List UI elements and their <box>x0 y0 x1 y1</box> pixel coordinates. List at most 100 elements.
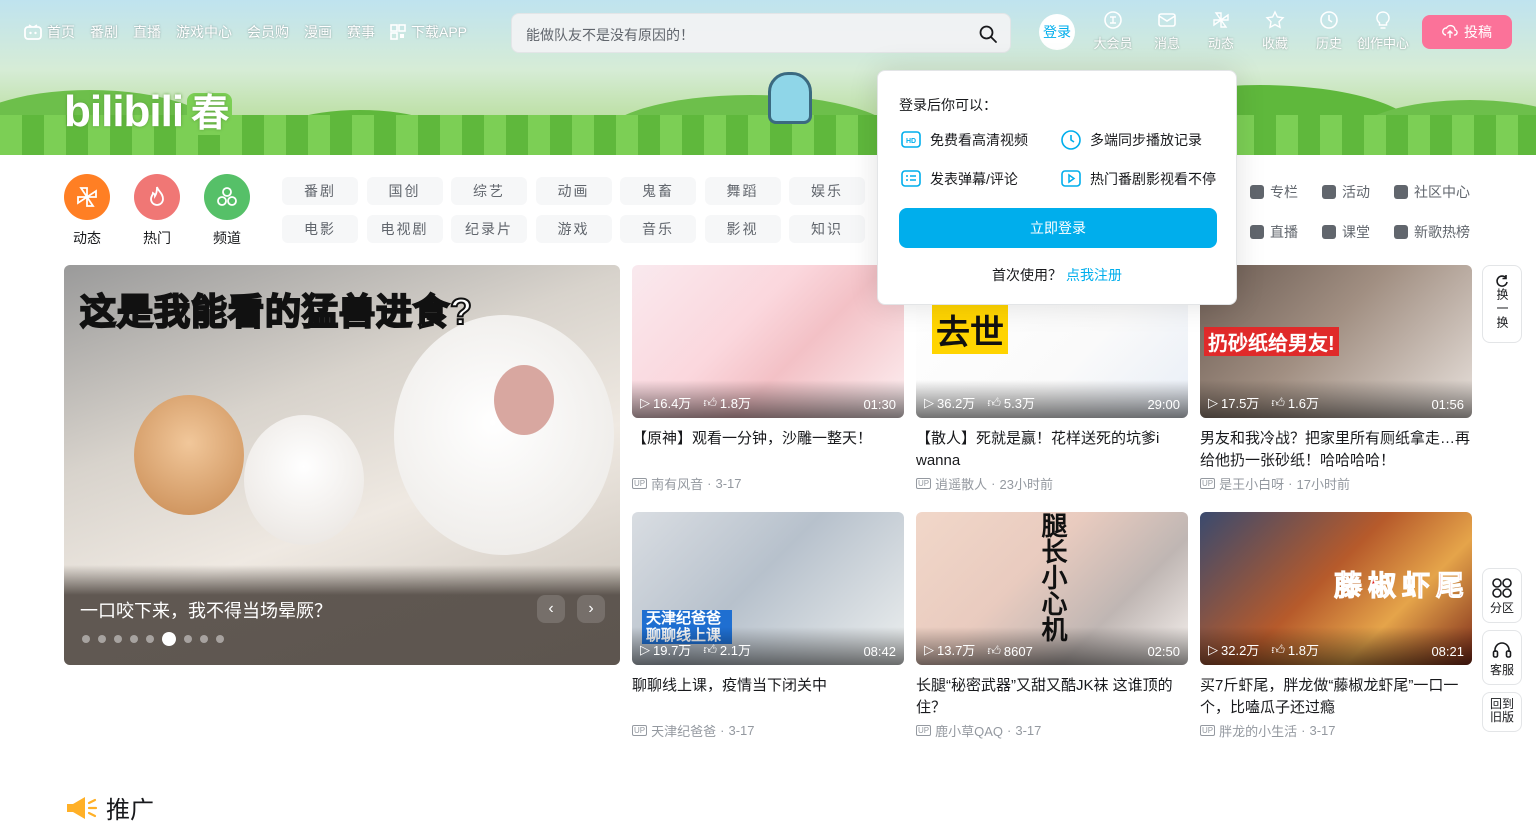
category-item[interactable]: 纪录片 <box>451 215 527 243</box>
video-card[interactable]: 藤椒虾尾 ▷ 32.2万 👍︎ 1.8万 08:21 买7斤虾尾，胖龙做“藤椒龙虾尾”一口一… <box>1200 512 1472 740</box>
play-count-icon: ▷ <box>924 394 934 410</box>
nav-creator-center-label: 创作中心 <box>1356 36 1409 51</box>
category-item[interactable]: 游戏 <box>535 215 612 243</box>
publish-date: 3-17 <box>1015 723 1042 738</box>
customer-service-button[interactable]: 客服 <box>1482 630 1522 685</box>
category-item[interactable]: 动画 <box>535 177 612 205</box>
carousel-caption[interactable]: 一口咬下来，我不得当场晕厥？ <box>80 597 332 623</box>
category-item[interactable]: 电影 <box>282 215 358 243</box>
extra-new-songs[interactable]: 新歌热榜 <box>1394 222 1494 242</box>
channel-hot[interactable]: 热门 <box>134 174 180 248</box>
carousel-dot[interactable] <box>184 635 192 643</box>
video-thumbnail[interactable]: 扔砂纸给男友! ▷ 17.5万 👍︎ 1.6万 01:56 <box>1200 265 1472 418</box>
login-button-avatar[interactable]: 登录 <box>1039 14 1075 50</box>
video-title[interactable]: 聊聊线上课，疫情当下闭关中 <box>632 675 904 719</box>
channel-channels-circle[interactable] <box>204 174 250 220</box>
nav-download-app[interactable]: 下载APP <box>390 22 467 42</box>
category-item[interactable]: 综艺 <box>451 177 527 205</box>
nav-vip-label: 大会员 <box>1093 36 1133 51</box>
carousel-dot[interactable] <box>98 635 106 643</box>
extra-classroom[interactable]: 课堂 <box>1322 222 1394 242</box>
category-item[interactable]: 番剧 <box>282 177 358 205</box>
category-item[interactable]: 音乐 <box>620 215 696 243</box>
nav-history[interactable]: 历史 <box>1302 10 1356 52</box>
carousel-dot[interactable] <box>82 635 90 643</box>
category-item[interactable]: 鬼畜 <box>620 177 696 205</box>
upload-button[interactable]: 投稿 <box>1422 15 1512 49</box>
nav-live[interactable]: 直播 <box>133 22 161 42</box>
uploader-name[interactable]: 天津纪爸爸 <box>651 721 716 740</box>
video-title[interactable]: 【原神】观看一分钟，沙雕一整天！ <box>632 428 904 472</box>
extra-column[interactable]: 专栏 <box>1250 182 1322 202</box>
channel-hot-circle[interactable] <box>134 174 180 220</box>
nav-manga[interactable]: 漫画 <box>304 22 332 42</box>
carousel-dot[interactable] <box>130 635 138 643</box>
search-box[interactable]: 能做队友不是没有原因的！ <box>511 13 1011 53</box>
carousel-dot[interactable] <box>216 635 224 643</box>
video-card[interactable]: 腿长小心机 ▷ 13.7万 👍︎ 8607 02:50 长腿“秘密武器”又甜又酷JK袜 这谁… <box>916 512 1188 740</box>
extra-live[interactable]: 直播 <box>1250 222 1322 242</box>
old-version-button[interactable]: 回到旧版 <box>1482 692 1522 732</box>
nav-mall[interactable]: 会员购 <box>247 22 289 42</box>
category-item[interactable]: 电视剧 <box>366 215 443 243</box>
uploader-name[interactable]: 逍遥散人 <box>935 474 987 493</box>
carousel-dot[interactable] <box>146 635 154 643</box>
partition-button[interactable]: 分区 <box>1482 568 1522 623</box>
video-thumbnail[interactable]: ▷ 16.4万 👍︎ 1.8万 01:30 <box>632 265 904 418</box>
extra-activity-label: 活动 <box>1342 184 1370 200</box>
video-card[interactable]: 天津纪爸爸 聊聊线上课▷19.7万👍︎2.1万08:42 聊聊线上课，疫情当下闭关… <box>632 512 904 740</box>
video-meta: UP 鹿小草QAQ · 3-17 <box>916 721 1188 740</box>
channel-dynamic[interactable]: 动态 <box>64 174 110 248</box>
carousel-dot[interactable] <box>114 635 122 643</box>
category-item[interactable]: 知识 <box>789 215 865 243</box>
carousel-next-button[interactable]: › <box>577 595 605 623</box>
extra-classroom-label: 课堂 <box>1342 224 1370 240</box>
nav-creator-center[interactable]: 创作中心 <box>1356 10 1410 52</box>
vip-icon <box>1104 11 1122 29</box>
video-title[interactable]: 男友和我冷战？把家里所有厕纸拿走…再给他扔一张砂纸！哈哈哈哈！ <box>1200 428 1472 472</box>
category-item[interactable]: 娱乐 <box>789 177 865 205</box>
featured-carousel[interactable]: 这是我能看的猛兽进食? 一口咬下来，我不得当场晕厥？ ‹ › <box>64 265 620 665</box>
nav-messages[interactable]: 消息 <box>1140 10 1194 52</box>
first-time-text: 首次使用？ <box>992 267 1062 283</box>
nav-vip[interactable]: 大会员 <box>1086 10 1140 52</box>
nav-dynamic[interactable]: 动态 <box>1194 10 1248 52</box>
video-title[interactable]: 长腿“秘密武器”又甜又酷JK袜 这谁顶的住？ <box>916 675 1188 719</box>
search-icon[interactable] <box>978 24 998 44</box>
refresh-button[interactable]: 换一换 <box>1482 265 1522 343</box>
video-title[interactable]: 【散人】死就是赢！花样送死的坑爹i wanna <box>916 428 1188 472</box>
meta-separator: · <box>720 723 725 738</box>
uploader-name[interactable]: 南有风音 <box>651 474 703 493</box>
extra-activity[interactable]: 活动 <box>1322 182 1394 202</box>
login-now-button[interactable]: 立即登录 <box>899 208 1217 248</box>
headline-part: 这是我能看的 <box>79 290 303 333</box>
video-thumbnail[interactable]: 腿长小心机 ▷ 13.7万 👍︎ 8607 02:50 <box>916 512 1188 665</box>
nav-game-center[interactable]: 游戏中心 <box>176 22 232 42</box>
video-thumbnail[interactable]: 藤椒虾尾 ▷ 32.2万 👍︎ 1.8万 08:21 <box>1200 512 1472 665</box>
category-grid: 番剧 国创 综艺 动画 鬼畜 舞蹈 娱乐 电影 电视剧 纪录片 游戏 音乐 影视… <box>282 177 865 243</box>
search-placeholder[interactable]: 能做队友不是没有原因的！ <box>526 25 694 45</box>
carousel-dot[interactable] <box>162 632 176 646</box>
nav-game-center-label: 游戏中心 <box>176 24 232 40</box>
nav-anime[interactable]: 番剧 <box>90 22 118 42</box>
nav-match[interactable]: 赛事 <box>347 22 375 42</box>
carousel-prev-button[interactable]: ‹ <box>537 595 565 623</box>
category-item[interactable]: 国创 <box>366 177 443 205</box>
category-item[interactable]: 舞蹈 <box>704 177 781 205</box>
uploader-name[interactable]: 是王小白呀 <box>1219 474 1284 493</box>
extra-community[interactable]: 社区中心 <box>1394 182 1494 202</box>
uploader-name[interactable]: 胖龙的小生活 <box>1219 721 1297 740</box>
category-item[interactable]: 影视 <box>704 215 781 243</box>
video-thumbnail[interactable]: 天津纪爸爸 聊聊线上课▷19.7万👍︎2.1万08:42 <box>632 512 904 665</box>
video-card[interactable]: 扔砂纸给男友! ▷ 17.5万 👍︎ 1.6万 01:56 男友和我冷战？把家里所有厕纸拿走… <box>1200 265 1472 493</box>
bilibili-logo[interactable]: bilibili 春 <box>64 82 233 137</box>
nav-home[interactable]: 首页 <box>24 22 75 42</box>
nav-favorites[interactable]: 收藏 <box>1248 10 1302 52</box>
video-title[interactable]: 买7斤虾尾，胖龙做“藤椒龙虾尾”一口一个，比嗑瓜子还过瘾 <box>1200 675 1472 719</box>
carousel-dot[interactable] <box>200 635 208 643</box>
register-link[interactable]: 点我注册 <box>1066 267 1122 283</box>
channel-channels[interactable]: 频道 <box>204 174 250 248</box>
uploader-name[interactable]: 鹿小草QAQ <box>935 721 1003 740</box>
channel-dynamic-circle[interactable] <box>64 174 110 220</box>
video-card[interactable]: ▷ 16.4万 👍︎ 1.8万 01:30 【原神】观看一分钟，沙雕一整天！ UP 南有风音 ·… <box>632 265 904 493</box>
